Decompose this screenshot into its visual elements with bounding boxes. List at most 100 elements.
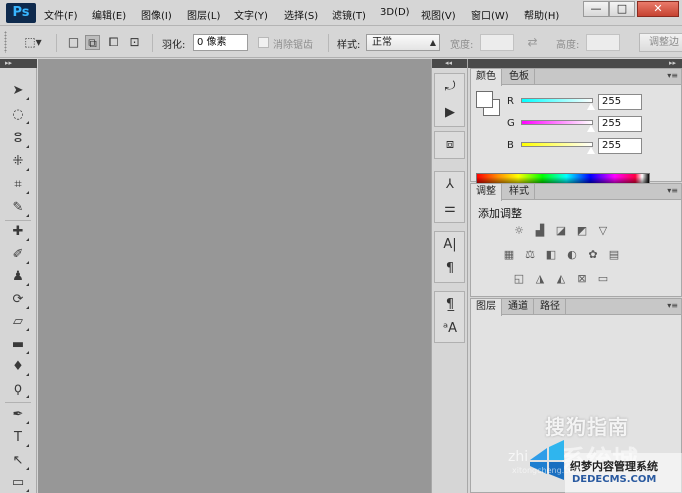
eyedropper-tool-icon[interactable]: ✎ <box>6 198 30 218</box>
black-white-icon[interactable]: ◐ <box>564 248 580 262</box>
red-slider-thumb[interactable] <box>586 102 596 111</box>
document-canvas-area[interactable] <box>38 59 431 493</box>
green-slider-thumb[interactable] <box>586 124 596 133</box>
posterize-icon[interactable]: ◮ <box>532 272 548 286</box>
menu-image[interactable]: 图像(I) <box>141 7 172 22</box>
menu-filter[interactable]: 滤镜(T) <box>332 7 366 22</box>
green-slider[interactable] <box>521 120 593 125</box>
menu-file[interactable]: 文件(F) <box>44 7 78 22</box>
paragraph-panel-icon[interactable]: ¶ <box>440 259 460 279</box>
history-panel-icon[interactable]: ⤾ <box>440 77 460 97</box>
blue-input[interactable]: 255 <box>598 138 642 154</box>
color-balance-icon[interactable]: ◧ <box>543 248 559 262</box>
tab-styles[interactable]: 样式 <box>504 184 535 200</box>
move-tool-icon[interactable]: ➤ <box>6 81 30 101</box>
marquee-tool-icon[interactable]: ◌ <box>6 105 30 125</box>
panel-menu-icon[interactable]: ▾≡ <box>667 301 678 310</box>
antialias-label: 消除锯齿 <box>273 40 313 51</box>
sogou-watermark: 搜狗指南 <box>545 415 629 439</box>
strip-collapse-icon[interactable]: ◂◂ <box>432 59 467 68</box>
brightness-contrast-icon[interactable]: ☼ <box>511 224 527 238</box>
swap-icon[interactable]: ⇄ <box>525 35 540 50</box>
brush-settings-panel-icon[interactable]: ⚌ <box>440 199 460 219</box>
selective-color-icon[interactable]: ⊠ <box>574 272 590 286</box>
tab-swatches[interactable]: 色板 <box>504 69 535 85</box>
character-panel-icon[interactable]: A| <box>440 235 460 255</box>
tools-collapse-icon[interactable]: ▸▸ <box>0 59 37 68</box>
new-selection-icon[interactable]: □ <box>66 35 81 50</box>
brush-tool-icon[interactable]: ✐ <box>6 245 30 265</box>
exposure-icon[interactable]: ◩ <box>574 224 590 238</box>
minimize-button[interactable]: — <box>583 1 609 17</box>
foreground-color-swatch[interactable] <box>476 91 493 108</box>
close-button[interactable]: ✕ <box>637 1 679 17</box>
menu-select[interactable]: 选择(S) <box>284 7 318 22</box>
photo-filter-icon[interactable]: ✿ <box>585 248 601 262</box>
gradient-map-icon[interactable]: ▭ <box>595 272 611 286</box>
tab-paths[interactable]: 路径 <box>535 299 566 315</box>
shape-tool-icon[interactable]: ▭ <box>6 473 30 493</box>
blue-label: B <box>507 140 514 151</box>
options-bar: ⬚▾ □ ⧉ ⧠ ⊡ 羽化: 0 像素 消除锯齿 样式: 正常 ▲ 宽度: ⇄ … <box>0 27 682 58</box>
healing-brush-tool-icon[interactable]: ✚ <box>6 222 30 242</box>
lasso-tool-icon[interactable]: ⵓ <box>6 129 30 149</box>
curves-icon[interactable]: ◪ <box>553 224 569 238</box>
menu-type[interactable]: 文字(Y) <box>234 7 268 22</box>
menu-3d[interactable]: 3D(D) <box>380 7 410 18</box>
menu-edit[interactable]: 编辑(E) <box>92 7 126 22</box>
threshold-icon[interactable]: ◭ <box>553 272 569 286</box>
clone-stamp-tool-icon[interactable]: ♟ <box>6 267 30 287</box>
add-selection-icon[interactable]: ⧉ <box>85 35 100 50</box>
blue-slider[interactable] <box>521 142 593 147</box>
dodge-tool-icon[interactable]: ϙ <box>6 379 30 399</box>
refine-edge-button[interactable]: 调整边 <box>639 33 682 52</box>
panel-menu-icon[interactable]: ▾≡ <box>667 186 678 195</box>
maximize-button[interactable]: □ <box>609 1 635 17</box>
width-input[interactable] <box>480 34 514 51</box>
tab-color[interactable]: 颜色 <box>471 69 502 86</box>
marquee-preset-icon[interactable]: ⬚▾ <box>22 35 44 50</box>
menu-help[interactable]: 帮助(H) <box>524 7 559 22</box>
blue-slider-thumb[interactable] <box>586 146 596 155</box>
dock-collapse-icon[interactable]: ▸▸ <box>468 59 682 68</box>
channel-mixer-icon[interactable]: ▤ <box>606 248 622 262</box>
tab-layers[interactable]: 图层 <box>471 299 502 316</box>
actions-panel-icon[interactable]: ▶ <box>440 103 460 123</box>
gradient-map-triangle-icon[interactable]: ▽ <box>595 224 611 238</box>
panel-menu-icon[interactable]: ▾≡ <box>667 71 678 80</box>
crop-tool-icon[interactable]: ⌗ <box>6 175 30 195</box>
blur-tool-icon[interactable]: ♦ <box>6 357 30 377</box>
tab-adjustments[interactable]: 调整 <box>471 184 502 201</box>
height-input[interactable] <box>586 34 620 51</box>
subtract-selection-icon[interactable]: ⧠ <box>106 35 121 50</box>
vibrance-icon[interactable]: ▦ <box>501 248 517 262</box>
history-brush-tool-icon[interactable]: ⟳ <box>6 290 30 310</box>
options-grip[interactable] <box>4 31 7 53</box>
intersect-selection-icon[interactable]: ⊡ <box>127 35 142 50</box>
dropdown-arrow-icon: ▲ <box>429 38 436 47</box>
character-styles-panel-icon[interactable]: ᵃA <box>440 319 460 339</box>
menu-window[interactable]: 窗口(W) <box>471 7 509 22</box>
eraser-tool-icon[interactable]: ▱ <box>6 312 30 332</box>
hue-saturation-icon[interactable]: ⚖ <box>522 248 538 262</box>
invert-icon[interactable]: ◱ <box>511 272 527 286</box>
tab-channels[interactable]: 通道 <box>503 299 534 315</box>
red-slider[interactable] <box>521 98 593 103</box>
3d-panel-icon[interactable]: ⧈ <box>440 135 460 155</box>
pen-tool-icon[interactable]: ✒ <box>6 405 30 425</box>
menu-layer[interactable]: 图层(L) <box>187 7 220 22</box>
menu-view[interactable]: 视图(V) <box>421 7 456 22</box>
type-tool-icon[interactable]: T <box>6 428 30 448</box>
path-select-tool-icon[interactable]: ↖ <box>6 451 30 471</box>
tools-panel: ▸▸ ➤ ◌ ⵓ ⁜ ⌗ ✎ ✚ ✐ ♟ ⟳ ▱ ▬ ♦ ϙ ✒ T ↖ ▭ <box>0 59 37 493</box>
levels-icon[interactable]: ▟ <box>532 224 548 238</box>
green-input[interactable]: 255 <box>598 116 642 132</box>
style-dropdown[interactable]: 正常 ▲ <box>366 34 440 51</box>
paragraph-styles-panel-icon[interactable]: ¶̲ <box>440 295 460 315</box>
gradient-tool-icon[interactable]: ▬ <box>6 335 30 355</box>
quick-select-tool-icon[interactable]: ⁜ <box>6 152 30 172</box>
antialias-checkbox[interactable] <box>258 37 269 48</box>
red-input[interactable]: 255 <box>598 94 642 110</box>
feather-input[interactable]: 0 像素 <box>193 34 248 51</box>
brush-presets-panel-icon[interactable]: ⅄ <box>440 175 460 195</box>
